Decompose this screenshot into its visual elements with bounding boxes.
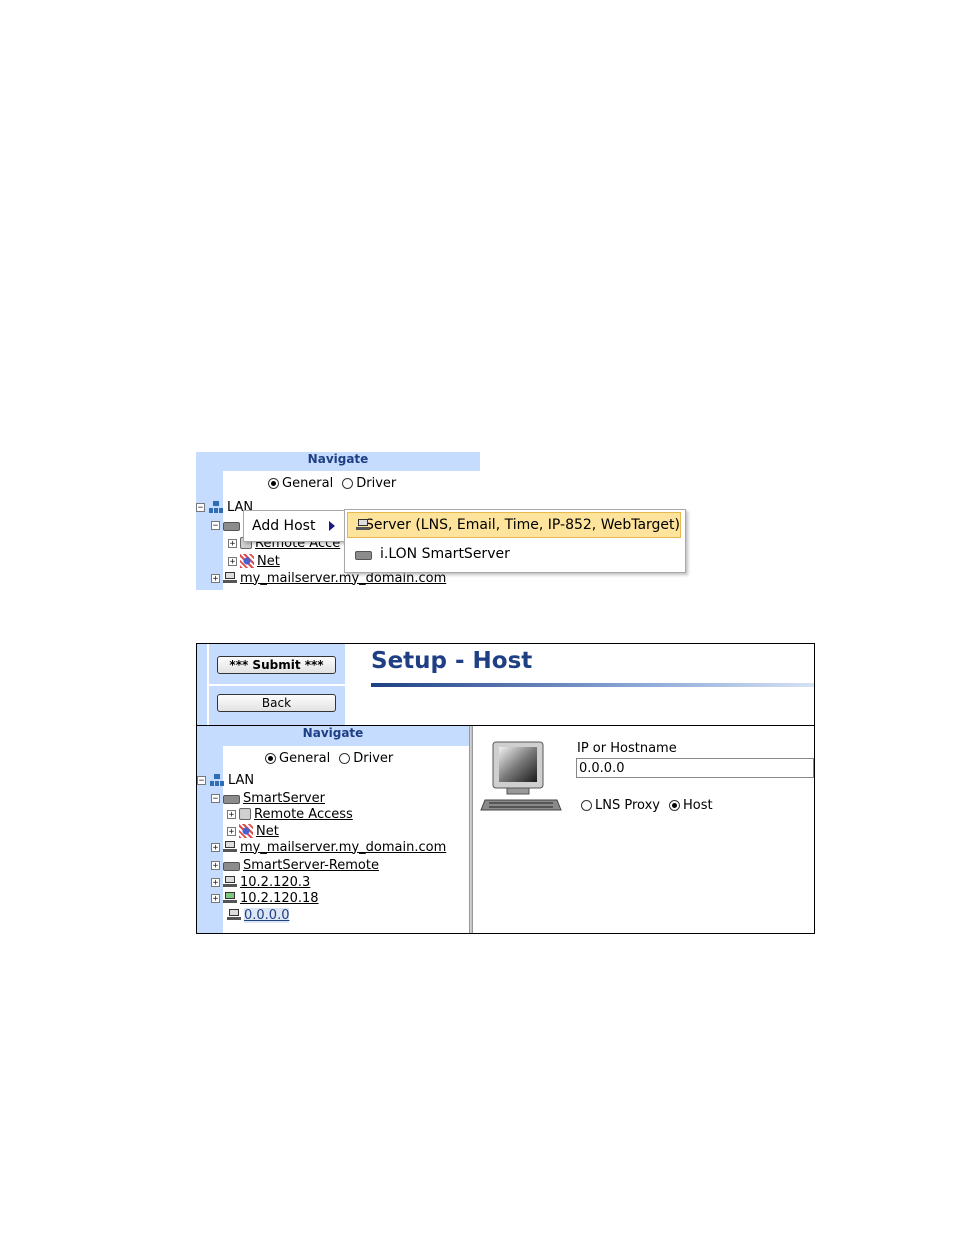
- tree-item-net[interactable]: + Net: [228, 553, 280, 569]
- tree-item-label: LAN: [228, 772, 255, 788]
- tree-item-label[interactable]: 10.2.120.3: [240, 875, 310, 890]
- tree-item-label[interactable]: 10.2.120.18: [240, 891, 319, 906]
- net-icon: [239, 824, 253, 838]
- submenu-arrow-icon: [329, 521, 336, 531]
- driver-radio-label: Driver: [356, 476, 397, 491]
- collapse-icon[interactable]: −: [196, 502, 205, 512]
- context-menu: Add Host: [243, 510, 347, 542]
- server-menu-item[interactable]: Server (LNS, Email, Time, IP-852, WebTar…: [347, 512, 681, 538]
- title-underline: [371, 683, 814, 687]
- tree-item-label-selected[interactable]: 0.0.0.0: [244, 907, 290, 923]
- general-radio-label: General: [279, 751, 331, 766]
- driver-radio-label: Driver: [353, 751, 394, 766]
- smartserver-menu-item[interactable]: i.LON SmartServer: [355, 546, 510, 562]
- driver-radio[interactable]: [342, 478, 354, 489]
- back-button[interactable]: Back: [217, 694, 336, 712]
- expand-icon[interactable]: +: [227, 809, 236, 819]
- host-type-selector: LNS Proxy Host: [581, 798, 713, 813]
- tree-item-label[interactable]: my_mailserver.my_domain.com: [240, 840, 446, 855]
- tree-item-host-1[interactable]: + 10.2.120.3: [211, 874, 310, 890]
- ip-hostname-label: IP or Hostname: [577, 741, 677, 756]
- collapse-icon[interactable]: −: [211, 520, 220, 530]
- expand-icon[interactable]: +: [211, 893, 220, 903]
- add-host-submenu: Server (LNS, Email, Time, IP-852, WebTar…: [344, 509, 686, 573]
- computer-icon: [223, 876, 237, 888]
- tree-item-label[interactable]: Remote Access: [254, 807, 353, 822]
- general-radio-label: General: [282, 476, 334, 491]
- add-host-menu-item[interactable]: Add Host: [252, 518, 336, 534]
- navigate-context-menu-screenshot: Navigate General Driver − LAN − + Remote…: [196, 452, 686, 590]
- tree-item-smartserver-remote[interactable]: + SmartServer-Remote: [211, 857, 379, 873]
- remote-access-icon: [239, 808, 251, 820]
- smartserver-icon: [355, 550, 372, 560]
- expand-icon[interactable]: +: [211, 877, 220, 887]
- expand-icon[interactable]: +: [228, 556, 237, 566]
- host-label: Host: [682, 798, 713, 813]
- tree-item-remote-access[interactable]: + Remote Access: [227, 806, 353, 822]
- setup-host-screenshot: *** Submit *** Back Setup - Host Navigat…: [196, 643, 815, 934]
- expand-icon[interactable]: +: [228, 538, 237, 548]
- view-mode-selector: General Driver: [268, 476, 396, 491]
- tree-item-smartserver[interactable]: −: [211, 517, 240, 533]
- lns-proxy-label: LNS Proxy: [595, 798, 660, 813]
- general-radio[interactable]: [265, 753, 276, 764]
- lan-network-icon: [209, 773, 225, 787]
- tree-item-label[interactable]: SmartServer-Remote: [243, 858, 379, 873]
- server-menu-label: Server (LNS, Email, Time, IP-852, WebTar…: [364, 517, 680, 533]
- collapse-icon[interactable]: −: [211, 793, 220, 803]
- computer-online-icon: [223, 892, 237, 904]
- tree-item-host-3[interactable]: 0.0.0.0: [227, 907, 290, 923]
- computer-icon: [223, 841, 237, 853]
- submit-button[interactable]: *** Submit ***: [217, 656, 336, 674]
- server-icon: [356, 519, 370, 531]
- computer-icon: [223, 572, 237, 584]
- host-computer-icon: [480, 741, 562, 811]
- expand-icon[interactable]: +: [211, 573, 220, 583]
- expand-icon[interactable]: +: [227, 826, 236, 836]
- tree-item-label[interactable]: Net: [257, 554, 280, 569]
- button-panel-strip: [197, 644, 207, 726]
- tree-item-lan[interactable]: − LAN: [197, 772, 254, 788]
- nav-title: Navigate: [197, 726, 469, 746]
- lns-proxy-radio[interactable]: [581, 800, 592, 811]
- smartserver-menu-label: i.LON SmartServer: [380, 546, 510, 562]
- expand-icon[interactable]: +: [211, 860, 220, 870]
- collapse-icon[interactable]: −: [197, 775, 206, 785]
- tree-item-label[interactable]: Net: [256, 824, 279, 839]
- add-host-label: Add Host: [252, 518, 316, 534]
- general-radio[interactable]: [268, 478, 279, 489]
- page-title: Setup - Host: [371, 648, 533, 674]
- tree-item-smartserver[interactable]: − SmartServer: [211, 790, 325, 806]
- tree-item-mailserver[interactable]: + my_mailserver.my_domain.com: [211, 839, 446, 855]
- ip-hostname-input[interactable]: [576, 758, 814, 778]
- smartserver-device-icon: [223, 861, 240, 871]
- smartserver-device-icon: [223, 794, 240, 804]
- driver-radio[interactable]: [339, 753, 351, 764]
- view-mode-selector: General Driver: [265, 751, 393, 766]
- pane-splitter[interactable]: [469, 726, 473, 933]
- tree-item-net[interactable]: + Net: [227, 823, 279, 839]
- expand-icon[interactable]: +: [211, 842, 220, 852]
- computer-icon: [227, 909, 241, 921]
- nav-title: Navigate: [196, 452, 480, 471]
- host-radio[interactable]: [668, 800, 680, 811]
- tree-item-label[interactable]: SmartServer: [243, 791, 325, 806]
- net-icon: [240, 554, 254, 568]
- smartserver-device-icon: [223, 521, 240, 531]
- tree-item-host-2[interactable]: + 10.2.120.18: [211, 890, 319, 906]
- lan-network-icon: [208, 500, 224, 514]
